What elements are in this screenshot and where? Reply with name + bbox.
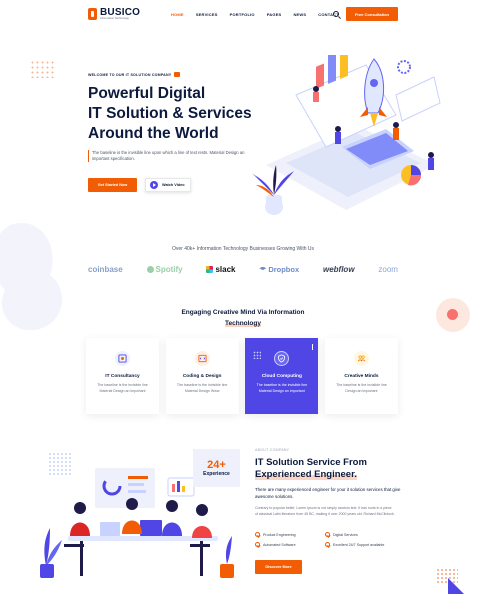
free-consultation-button[interactable]: Free Consultation bbox=[346, 7, 398, 21]
decorative-blob bbox=[0, 223, 62, 331]
hero-eyebrow-text: WELCOME TO OUR IT SOLUTION COMPANY bbox=[88, 72, 172, 77]
about-title-line-2: Experienced Engineer. bbox=[255, 469, 357, 480]
search-icon[interactable] bbox=[333, 11, 339, 17]
check-icon bbox=[255, 532, 260, 537]
feature-label: Automated Software bbox=[263, 542, 296, 547]
service-card-title: IT Consultancy bbox=[105, 374, 140, 379]
services-title-line-2: Technology bbox=[225, 320, 261, 327]
about-eyebrow: ABOUT COMPANY bbox=[255, 448, 290, 452]
watch-video-label: Watch Video bbox=[162, 183, 185, 187]
hero-title: Powerful Digital IT Solution & Services … bbox=[88, 84, 268, 144]
feature-item: Digital Services bbox=[325, 532, 395, 537]
feature-label: Product Engineering bbox=[263, 532, 296, 537]
service-card-description: The baseline is the invisible line Mater… bbox=[176, 383, 228, 393]
nav-services[interactable]: SERVICES bbox=[196, 12, 218, 17]
nav-pages[interactable]: PAGES bbox=[267, 12, 282, 17]
spotify-logo: Spotify bbox=[146, 265, 183, 274]
slack-icon bbox=[206, 266, 214, 273]
hero-eyebrow: WELCOME TO OUR IT SOLUTION COMPANY bbox=[88, 72, 181, 77]
service-card-title: Coding & Design bbox=[182, 374, 222, 379]
service-card-it-consultancy[interactable]: IT Consultancy The baseline is the invis… bbox=[86, 338, 159, 414]
experience-number: 24+ bbox=[207, 459, 226, 471]
dropbox-logo: Dropbox bbox=[259, 265, 299, 274]
services-section-title: Engaging Creative Mind Via Information T… bbox=[170, 307, 316, 329]
play-icon bbox=[150, 181, 158, 189]
decorative-circle bbox=[436, 298, 470, 332]
about-title-line-1: IT Solution Service From bbox=[255, 457, 367, 468]
more-icon[interactable] bbox=[311, 344, 314, 350]
service-cards: IT Consultancy The baseline is the invis… bbox=[86, 338, 398, 414]
coinbase-logo: coinbase bbox=[88, 265, 123, 274]
get-started-button[interactable]: Get Started Now bbox=[88, 178, 137, 192]
decorative-triangle bbox=[448, 578, 464, 594]
about-lead: There are many experienced engineer for … bbox=[255, 487, 401, 499]
slack-logo: slack bbox=[206, 265, 235, 274]
hero-description: The baseline is the invisible line upon … bbox=[88, 150, 263, 162]
service-card-title: Creative Minds bbox=[344, 374, 379, 379]
hero-title-line-1: Powerful Digital bbox=[88, 85, 206, 102]
watch-video-button[interactable]: Watch Video bbox=[145, 178, 191, 192]
logo-icon bbox=[88, 8, 97, 20]
webflow-logo: webflow bbox=[322, 265, 355, 274]
check-icon bbox=[325, 532, 330, 537]
zoom-logo: zoom bbox=[378, 265, 398, 274]
services-title-line-1: Engaging Creative Mind Via Information bbox=[181, 309, 305, 316]
spotify-icon bbox=[146, 266, 154, 273]
experience-label: Experience bbox=[203, 471, 230, 477]
spotify-logo-text: Spotify bbox=[155, 265, 183, 274]
feature-label: Excellent 24/7 Support available bbox=[333, 542, 385, 547]
brands-caption: Over 40k+ Information Technology Busines… bbox=[171, 246, 315, 252]
service-card-title: Cloud Computing bbox=[261, 374, 302, 379]
hero-illustration bbox=[252, 55, 441, 215]
decorative-dots bbox=[30, 60, 56, 78]
check-icon bbox=[255, 542, 260, 547]
experience-badge: 24+ Experience bbox=[193, 449, 240, 487]
service-card-description: The baseline is the invisible line Mater… bbox=[256, 383, 308, 393]
brand-logos: coinbase Spotify slack Dropbox webflow z… bbox=[88, 265, 398, 274]
feature-label: Digital Services bbox=[333, 532, 358, 537]
feature-item: Product Engineering bbox=[255, 532, 325, 537]
check-icon bbox=[325, 542, 330, 547]
main-nav: HOME SERVICES PORTFOLIO PAGES NEWS CONTA… bbox=[171, 12, 351, 17]
dropbox-logo-text: Dropbox bbox=[268, 265, 300, 274]
logo[interactable]: BUSICO Information Technology bbox=[88, 8, 140, 20]
people-icon bbox=[353, 351, 369, 366]
code-window-icon bbox=[194, 351, 210, 366]
briefcase-icon bbox=[174, 72, 181, 77]
nav-portfolio[interactable]: PORTFOLIO bbox=[230, 12, 255, 17]
nav-home[interactable]: HOME bbox=[171, 12, 184, 17]
service-card-cloud-computing[interactable]: Cloud Computing The baseline is the invi… bbox=[245, 338, 319, 414]
decorative-dots bbox=[253, 351, 262, 359]
feature-item: Automated Software bbox=[255, 542, 325, 547]
discover-more-button[interactable]: Discover More bbox=[255, 560, 302, 574]
about-title: IT Solution Service From Experienced Eng… bbox=[255, 457, 405, 481]
cloud-shield-icon bbox=[274, 351, 290, 366]
service-card-description: The baseline is the invisible line Desig… bbox=[336, 383, 387, 393]
consultancy-icon bbox=[115, 351, 130, 366]
service-card-description: The baseline is the invisible line Mater… bbox=[97, 383, 148, 393]
hero-title-line-3: Around the World bbox=[88, 125, 219, 142]
feature-list: Product Engineering Digital Services Aut… bbox=[255, 532, 395, 547]
dropbox-icon bbox=[259, 266, 267, 271]
service-card-coding-design[interactable]: Coding & Design The baseline is the invi… bbox=[165, 338, 239, 414]
site-header: BUSICO Information Technology HOME SERVI… bbox=[0, 0, 486, 30]
feature-item: Excellent 24/7 Support available bbox=[325, 542, 395, 547]
hero-title-line-2: IT Solution & Services bbox=[88, 105, 252, 122]
service-card-creative-minds[interactable]: Creative Minds The baseline is the invis… bbox=[324, 338, 398, 414]
slack-logo-text: slack bbox=[215, 265, 236, 274]
about-body: Contrary to popular belief, Lorem Ipsum … bbox=[255, 506, 395, 516]
nav-news[interactable]: NEWS bbox=[293, 12, 306, 17]
